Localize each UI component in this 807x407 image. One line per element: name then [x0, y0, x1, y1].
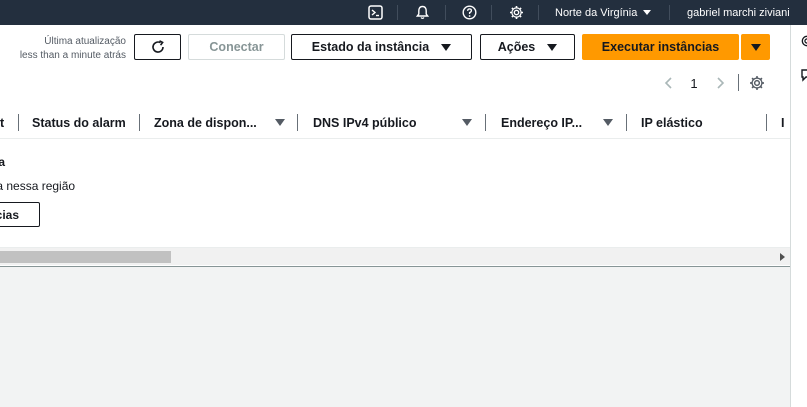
connect-button[interactable]: Conectar: [188, 34, 285, 60]
column-divider[interactable]: [626, 114, 627, 131]
refresh-button[interactable]: [134, 34, 181, 60]
next-page-icon[interactable]: [712, 77, 728, 89]
nav-divider: [491, 5, 492, 20]
empty-state-title: ncia: [0, 155, 6, 169]
chevron-down-icon: [643, 10, 652, 15]
launch-options-dropdown[interactable]: [741, 34, 770, 60]
empty-state-description: ncia nessa região: [0, 179, 76, 193]
actions-label: Ações: [497, 40, 536, 54]
column-header-next[interactable]: I: [781, 106, 790, 139]
column-label: IP elástico: [641, 115, 703, 130]
column-divider[interactable]: [297, 114, 298, 131]
chevron-down-icon: [547, 43, 558, 51]
last-update-label: Última atualização: [44, 36, 126, 47]
column-label: Endereço IP...: [501, 115, 583, 130]
settings-icon[interactable]: [505, 0, 527, 25]
chevron-down-icon: [750, 43, 761, 51]
top-navigation-bar: Norte da Virgínia gabriel marchi ziviani: [0, 0, 807, 25]
launch-instances-label: Executar instâncias: [601, 40, 720, 54]
pagination: 1: [660, 73, 728, 93]
sort-caret-icon: [462, 119, 472, 126]
column-divider[interactable]: [139, 114, 140, 131]
account-menu[interactable]: gabriel marchi ziviani: [687, 0, 790, 25]
current-page[interactable]: 1: [676, 76, 712, 91]
column-header-elastic-ip[interactable]: IP elástico: [641, 106, 751, 139]
launch-instances-button[interactable]: Executar instâncias: [582, 34, 739, 60]
chevron-down-icon: [441, 43, 452, 51]
column-header-availability-zone[interactable]: Zona de dispon...: [154, 106, 285, 139]
column-label: I: [781, 115, 785, 130]
instances-panel: Última atualização less than a minute at…: [0, 25, 790, 267]
column-header-alarm-status[interactable]: Status do alarm: [32, 106, 127, 139]
scroll-right-arrow-icon[interactable]: [780, 253, 785, 261]
feedback-icon[interactable]: [800, 68, 807, 87]
settings-icon[interactable]: [800, 34, 807, 53]
column-label: t: [0, 115, 5, 130]
column-label: Status do alarm: [32, 115, 126, 130]
previous-page-icon[interactable]: [660, 77, 676, 89]
bell-icon[interactable]: [411, 0, 433, 25]
nav-divider: [538, 5, 539, 20]
help-icon[interactable]: [458, 0, 480, 25]
sort-caret-icon: [275, 119, 285, 126]
table-header: t Status do alarm Zona de dispon... DNS …: [0, 106, 790, 139]
column-divider[interactable]: [485, 114, 486, 131]
column-header-ip-address[interactable]: Endereço IP...: [501, 106, 613, 139]
sort-caret-icon: [603, 119, 613, 126]
column-label: DNS IPv4 público: [313, 115, 417, 130]
pagination-divider: [738, 74, 739, 91]
panel-divider: [0, 266, 790, 267]
nav-divider: [669, 5, 670, 20]
region-label: Norte da Virgínia: [555, 6, 638, 19]
actions-dropdown[interactable]: Ações: [480, 34, 575, 60]
cloudshell-icon[interactable]: [364, 0, 386, 25]
instance-state-label: Estado da instância: [311, 40, 430, 54]
last-update-info: Última atualização less than a minute at…: [0, 35, 126, 63]
column-divider[interactable]: [766, 114, 767, 131]
column-header-launch-time[interactable]: t: [0, 106, 10, 139]
right-side-rail: [790, 25, 807, 407]
column-header-public-dns[interactable]: DNS IPv4 público: [313, 106, 472, 139]
region-selector[interactable]: Norte da Virgínia: [555, 0, 652, 25]
nav-divider: [397, 5, 398, 20]
connect-label: Conectar: [209, 40, 264, 54]
column-divider[interactable]: [18, 114, 19, 131]
nav-divider: [445, 5, 446, 20]
refresh-icon: [151, 40, 164, 53]
user-name: gabriel marchi ziviani: [687, 6, 790, 19]
table-preferences-icon[interactable]: [749, 75, 765, 96]
scrollbar-thumb[interactable]: [0, 251, 171, 263]
column-label: Zona de dispon...: [154, 115, 257, 130]
launch-instances-empty-button[interactable]: cias: [0, 202, 40, 227]
last-update-value: less than a minute atrás: [19, 50, 126, 61]
horizontal-scrollbar[interactable]: [0, 247, 790, 265]
empty-button-label: cias: [0, 207, 19, 222]
instance-state-dropdown[interactable]: Estado da instância: [291, 34, 472, 60]
